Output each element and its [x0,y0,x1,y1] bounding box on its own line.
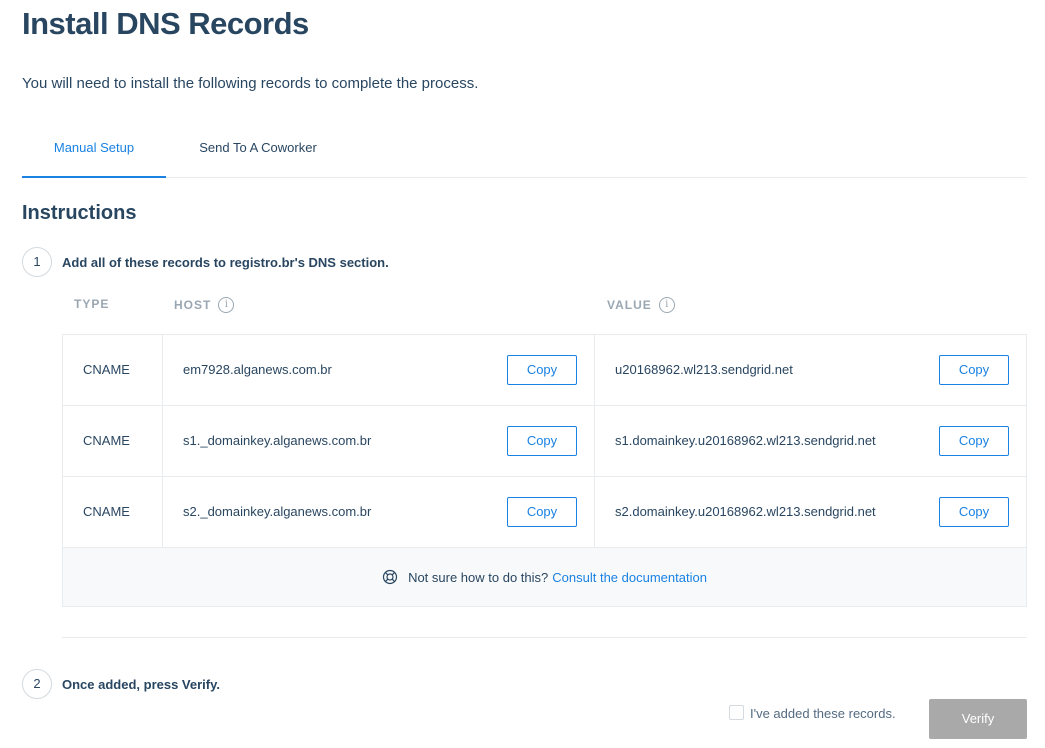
record-host-cell: s1._domainkey.alganews.com.br Copy [163,406,595,476]
record-type: CNAME [63,477,163,547]
record-value: s2.domainkey.u20168962.wl213.sendgrid.ne… [615,504,876,519]
record-host-cell: s2._domainkey.alganews.com.br Copy [163,477,595,547]
tab-bar: Manual Setup Send To A Coworker [22,128,1027,178]
record-value: s1.domainkey.u20168962.wl213.sendgrid.ne… [615,433,876,448]
page-title: Install DNS Records [22,6,309,41]
host-info-icon[interactable]: i [218,297,235,313]
column-header-value-label: VALUE [607,298,652,312]
section-divider [62,637,1027,638]
table-row: CNAME s2._domainkey.alganews.com.br Copy… [63,477,1026,548]
table-row: CNAME em7928.alganews.com.br Copy u20168… [63,335,1026,406]
copy-value-button[interactable]: Copy [939,497,1009,527]
step-1-number: 1 [22,247,52,277]
record-value: u20168962.wl213.sendgrid.net [615,362,793,377]
copy-host-button[interactable]: Copy [507,426,577,456]
step-2-text: Once added, press Verify. [62,677,220,692]
copy-host-button[interactable]: Copy [507,355,577,385]
record-type: CNAME [63,406,163,476]
record-value-cell: s2.domainkey.u20168962.wl213.sendgrid.ne… [595,477,1026,547]
tab-send-to-coworker[interactable]: Send To A Coworker [182,128,334,178]
column-header-host-label: HOST [174,298,212,312]
records-added-label[interactable]: I've added these records. [750,706,896,721]
record-value-cell: s1.domainkey.u20168962.wl213.sendgrid.ne… [595,406,1026,476]
column-header-type: TYPE [74,297,109,311]
value-info-icon[interactable]: i [658,297,675,313]
table-row: CNAME s1._domainkey.alganews.com.br Copy… [63,406,1026,477]
lifebuoy-icon [382,569,398,585]
verify-button[interactable]: Verify [929,699,1027,739]
record-host: s2._domainkey.alganews.com.br [183,504,372,519]
documentation-link[interactable]: Consult the documentation [552,570,707,585]
dns-records-table: CNAME em7928.alganews.com.br Copy u20168… [62,334,1027,607]
record-host: s1._domainkey.alganews.com.br [183,433,372,448]
copy-host-button[interactable]: Copy [507,497,577,527]
copy-value-button[interactable]: Copy [939,355,1009,385]
copy-value-button[interactable]: Copy [939,426,1009,456]
records-added-checkbox[interactable] [729,705,744,720]
record-host: em7928.alganews.com.br [183,362,332,377]
tab-manual-setup[interactable]: Manual Setup [22,128,166,178]
step-2-number: 2 [22,669,52,699]
column-header-value: VALUE i [607,297,675,313]
column-header-type-label: TYPE [74,297,110,311]
column-header-host: HOST i [174,297,235,313]
help-text: Not sure how to do this? [408,569,549,585]
step-1-text: Add all of these records to registro.br'… [62,255,389,270]
help-bar: Not sure how to do this? Consult the doc… [63,548,1026,606]
record-value-cell: u20168962.wl213.sendgrid.net Copy [595,335,1026,405]
instructions-title: Instructions [22,202,137,224]
intro-text: You will need to install the following r… [22,75,479,92]
record-host-cell: em7928.alganews.com.br Copy [163,335,595,405]
record-type: CNAME [63,335,163,405]
